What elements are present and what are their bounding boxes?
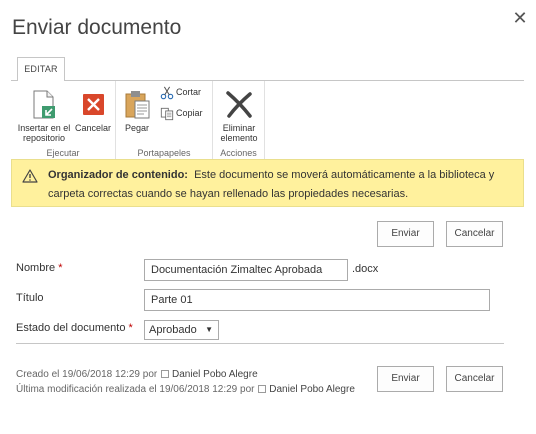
ribbon: Insertar en el repositorio Cancelar Ejec… — [11, 80, 524, 160]
presence-icon — [161, 370, 170, 378]
copy-button[interactable]: Copiar — [160, 106, 203, 120]
delete-item-button[interactable]: Eliminar elemento — [216, 89, 262, 143]
status-select[interactable]: Aprobado ▼ — [144, 320, 219, 340]
cancel-ribbon-label: Cancelar — [74, 123, 112, 133]
insert-repository-label-2: repositorio — [22, 133, 66, 143]
file-extension: .docx — [352, 263, 379, 275]
cancel-button-bottom[interactable]: Cancelar — [446, 366, 503, 392]
modified-info: Última modificación realizada el 19/06/2… — [16, 384, 355, 395]
copy-label: Copiar — [176, 108, 203, 118]
submit-button-top[interactable]: Enviar — [377, 221, 434, 247]
cancel-icon — [83, 94, 104, 115]
ribbon-group-ejecutar: Insertar en el repositorio Cancelar Ejec… — [11, 81, 116, 160]
status-required-mark: * — [128, 322, 133, 334]
created-info: Creado el 19/06/2018 12:29 por Daniel Po… — [16, 369, 258, 380]
cancel-ribbon-button[interactable]: Cancelar — [73, 89, 113, 133]
created-user-link[interactable]: Daniel Pobo Alegre — [172, 369, 258, 380]
scissors-icon — [160, 86, 174, 99]
group-label-portapapeles: Portapapeles — [137, 148, 191, 158]
warning-triangle-icon — [22, 169, 38, 183]
warning-title: Organizador de contenido: — [48, 169, 188, 181]
chevron-down-icon: ▼ — [205, 325, 213, 334]
insert-repository-label-1: Insertar en el — [17, 123, 71, 133]
insert-repository-icon — [33, 90, 55, 119]
status-select-value: Aprobado — [149, 324, 197, 336]
close-icon[interactable]: ✕ — [510, 8, 530, 28]
paste-label: Pegar — [124, 123, 150, 133]
paste-button[interactable]: Pegar — [122, 89, 152, 133]
delete-x-icon — [226, 91, 252, 118]
tab-editar[interactable]: EDITAR — [17, 57, 65, 81]
name-required-mark: * — [58, 262, 63, 274]
delete-item-label-2: elemento — [220, 133, 258, 143]
cut-label: Cortar — [176, 87, 202, 97]
paste-icon — [125, 91, 150, 119]
name-label: Nombre * — [16, 262, 63, 274]
cancel-button-top[interactable]: Cancelar — [446, 221, 503, 247]
divider — [16, 343, 504, 344]
cut-button[interactable]: Cortar — [160, 85, 201, 99]
modified-user-link[interactable]: Daniel Pobo Alegre — [269, 384, 355, 395]
title-label: Título — [16, 292, 44, 304]
ribbon-group-acciones: Eliminar elemento Acciones — [213, 81, 265, 160]
status-label: Estado del documento * — [16, 322, 133, 334]
ribbon-group-portapapeles: Pegar Cortar Copiar Portapapeles — [116, 81, 213, 160]
group-label-ejecutar: Ejecutar — [46, 148, 80, 158]
group-label-acciones: Acciones — [220, 148, 257, 158]
submit-button-bottom[interactable]: Enviar — [377, 366, 434, 392]
name-field[interactable]: Documentación Zimaltec Aprobada — [144, 259, 348, 281]
content-organizer-warning: Organizador de contenido: Este documento… — [11, 159, 524, 207]
copy-icon — [160, 107, 174, 120]
title-field[interactable]: Parte 01 — [144, 289, 490, 311]
delete-item-label-1: Eliminar — [222, 123, 256, 133]
insert-repository-button[interactable]: Insertar en el repositorio — [15, 89, 73, 143]
presence-icon — [258, 385, 267, 393]
dialog-title: Enviar documento — [12, 16, 182, 39]
